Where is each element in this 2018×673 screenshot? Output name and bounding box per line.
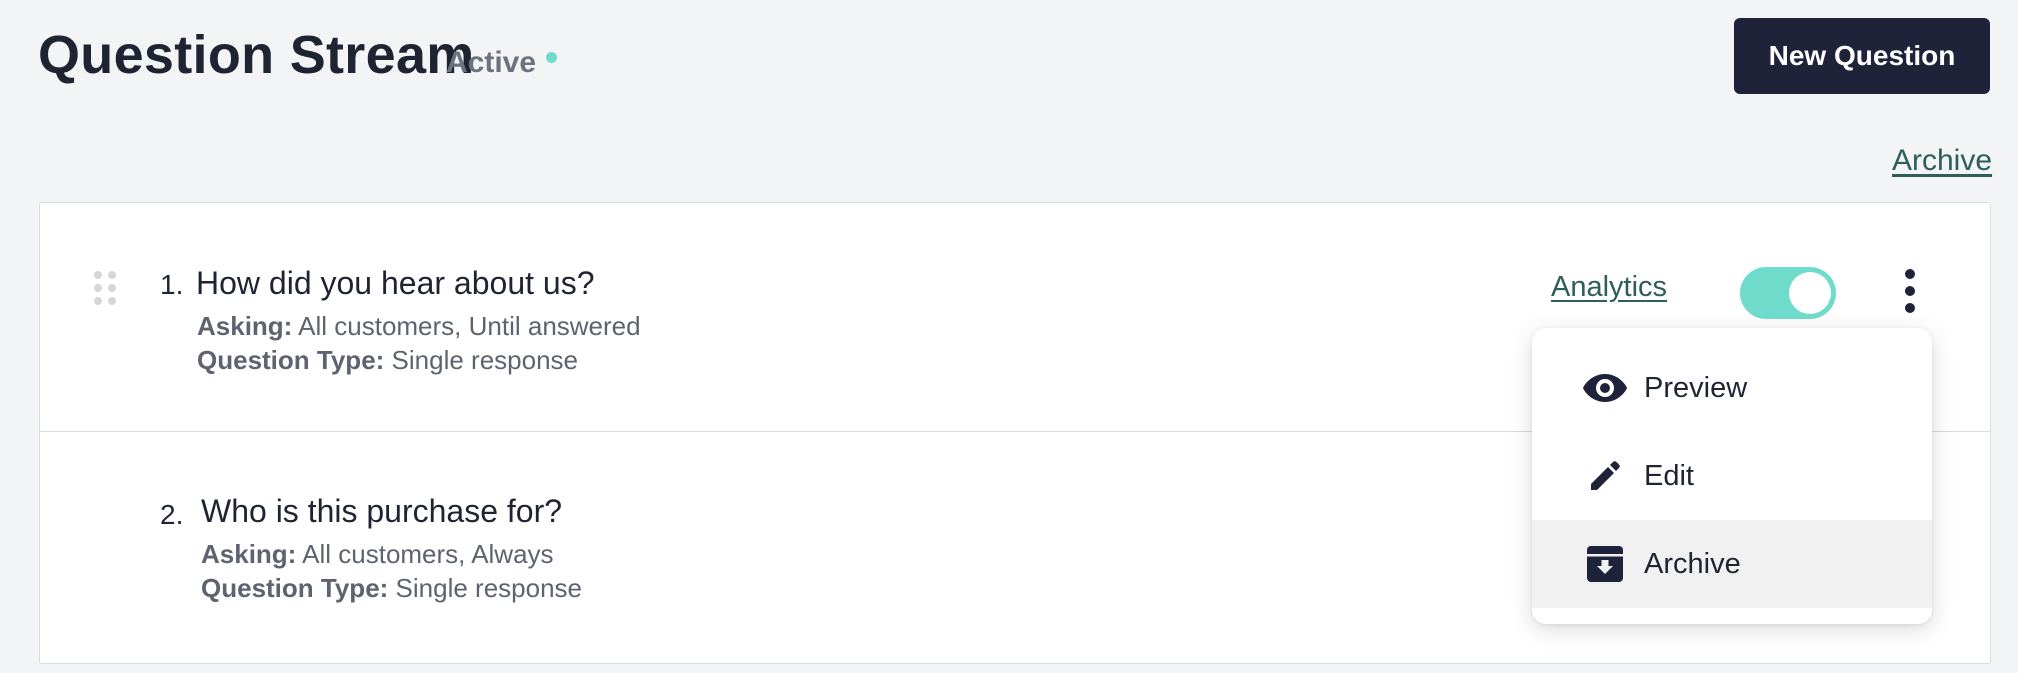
menu-item-label: Preview (1644, 371, 1748, 404)
archive-box-icon (1582, 544, 1628, 584)
type-value: Single response (395, 573, 583, 603)
question-enabled-toggle[interactable] (1740, 267, 1836, 319)
question-asking: Asking: All customers, Until answered (197, 311, 641, 342)
question-title: How did you hear about us? (196, 265, 595, 301)
menu-item-label: Archive (1644, 547, 1741, 580)
drag-handle-icon[interactable] (94, 271, 116, 305)
analytics-link[interactable]: Analytics (1551, 271, 1667, 304)
asking-value: All customers, Until answered (298, 311, 641, 341)
menu-item-edit[interactable]: Edit (1532, 432, 1932, 520)
question-title: Who is this purchase for? (201, 493, 563, 529)
eye-icon (1582, 368, 1628, 408)
question-asking: Asking: All customers, Always (201, 539, 554, 570)
pencil-icon (1582, 456, 1628, 496)
question-number: 2. (160, 499, 184, 530)
new-question-button[interactable]: New Question (1734, 18, 1990, 94)
asking-label: Asking: (201, 539, 297, 569)
type-label: Question Type: (201, 573, 389, 603)
type-value: Single response (391, 345, 579, 375)
status-text: Active (446, 46, 537, 79)
asking-value: All customers, Always (302, 539, 554, 569)
menu-item-preview[interactable]: Preview (1532, 344, 1932, 432)
question-type: Question Type: Single response (197, 345, 578, 376)
question-type: Question Type: Single response (201, 573, 582, 604)
question-options-menu: Preview Edit Archive (1532, 328, 1932, 624)
archive-link[interactable]: Archive (1892, 144, 1992, 178)
question-number: 1. (160, 269, 184, 300)
more-options-icon[interactable] (1902, 269, 1918, 313)
menu-item-label: Edit (1644, 459, 1694, 492)
asking-label: Asking: (197, 311, 293, 341)
toggle-knob (1789, 272, 1831, 314)
page-title: Question Stream (38, 25, 475, 85)
menu-item-archive[interactable]: Archive (1532, 520, 1932, 608)
status-dot-icon (546, 52, 557, 63)
type-label: Question Type: (197, 345, 385, 375)
